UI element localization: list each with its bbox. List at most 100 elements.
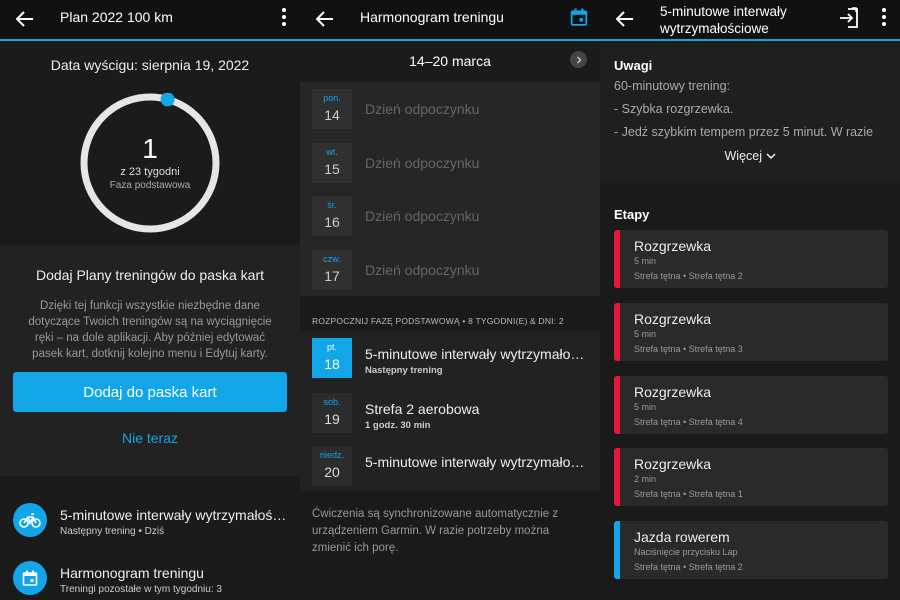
date-badge: sob. 19 [312, 393, 352, 433]
step-title: Rozgrzewka [634, 238, 712, 254]
back-arrow-icon[interactable] [314, 8, 336, 30]
rest-day-label: Dzień odpoczynku [365, 155, 480, 171]
date-badge: pon. 14 [312, 89, 352, 129]
weekday-label: czw. [323, 254, 341, 264]
step-duration: 5 min [634, 329, 657, 339]
add-to-tabbar-card: Dodaj Plany treningów do paska kart Dzię… [0, 246, 300, 476]
note-line: - Jedź szybkim tempem przez 5 minut. W r… [614, 125, 874, 139]
step-card[interactable]: Rozgrzewka 5 min Strefa tętna • Strefa t… [614, 376, 888, 434]
note-line: 60-minutowy trening: [614, 79, 731, 93]
current-week-number: 1 [142, 133, 158, 164]
list-item-next-workout[interactable]: 5-minutowe interwały wytrzymałościowe Na… [0, 491, 300, 545]
page-title: Harmonogram treningu [360, 9, 504, 25]
plan-links-list: 5-minutowe interwały wytrzymałościowe Na… [0, 489, 300, 600]
step-zone: Strefa tętna • Strefa tętna 3 [634, 344, 743, 354]
step-color-bar [614, 230, 620, 288]
workout-subtitle: 1 godz. 30 min [365, 420, 431, 431]
add-to-tabbar-button[interactable]: Dodaj do paska kart [13, 372, 287, 412]
calendar-icon [13, 561, 47, 595]
list-item-subtitle: Następny trening • Dziś [60, 526, 165, 537]
day-number: 17 [324, 268, 340, 284]
step-color-bar [614, 448, 620, 506]
workouts-list: pt. 18 5-minutowe interwały wytrzymałośc… [300, 331, 600, 491]
list-item-schedule[interactable]: Harmonogram treningu Treningi pozostałe … [0, 549, 300, 600]
rest-day-label: Dzień odpoczynku [365, 262, 480, 278]
step-card[interactable]: Jazda rowerem Naciśnięcie przycisku Lap … [614, 521, 888, 579]
chevron-down-icon [765, 153, 776, 160]
plan-overview-screen: Plan 2022 100 km Data wyścigu: sierpnia … [0, 0, 300, 600]
total-weeks: z 23 tygodni [120, 166, 180, 178]
day-number: 19 [324, 411, 340, 427]
more-options-icon[interactable] [880, 8, 888, 26]
step-zone: Strefa tętna • Strefa tętna 4 [634, 417, 743, 427]
app-bar: 5-minutowe interwały wytrzymałościowe [600, 0, 900, 41]
rest-day-label: Dzień odpoczynku [365, 208, 480, 224]
step-card[interactable]: Rozgrzewka 5 min Strefa tętna • Strefa t… [614, 303, 888, 361]
more-options-icon[interactable] [280, 8, 288, 26]
list-item[interactable]: wt. 15 Dzień odpoczynku [300, 136, 600, 189]
day-number: 20 [324, 464, 340, 480]
step-title: Rozgrzewka [634, 384, 712, 400]
list-item[interactable]: pon. 14 Dzień odpoczynku [300, 82, 600, 135]
date-badge: pt. 18 [312, 338, 352, 378]
more-button[interactable]: Więcej [600, 149, 900, 163]
day-number: 15 [324, 161, 340, 177]
weekday-label: śr. [327, 200, 337, 210]
list-item[interactable]: sob. 19 Strefa 2 aerobowa 1 godz. 30 min [300, 386, 600, 439]
list-item[interactable]: niedz. 20 5-minutowe interwały wytrzymał… [300, 439, 600, 492]
back-arrow-icon[interactable] [614, 8, 636, 30]
week-header: 14–20 marca [300, 41, 600, 81]
steps-header: Etapy [614, 207, 650, 222]
weekday-label: sob. [323, 397, 341, 407]
back-arrow-icon[interactable] [14, 8, 36, 30]
step-zone: Strefa tętna • Strefa tętna 2 [634, 271, 743, 281]
step-card[interactable]: Rozgrzewka 2 min Strefa tętna • Strefa t… [614, 448, 888, 506]
step-card[interactable]: Rozgrzewka 5 min Strefa tętna • Strefa t… [614, 230, 888, 288]
page-title: 5-minutowe interwały wytrzymałościowe [660, 4, 787, 36]
step-duration: 5 min [634, 256, 657, 266]
phase-name: Faza podstawowa [109, 180, 191, 191]
workout-title: 5-minutowe interwały wytrzymałościowe [365, 454, 585, 470]
date-badge: wt. 15 [312, 143, 352, 183]
step-duration: Naciśnięcie przycisku Lap [634, 547, 738, 557]
step-title: Rozgrzewka [634, 456, 712, 472]
workout-title: Strefa 2 aerobowa [365, 401, 480, 417]
step-title: Jazda rowerem [634, 529, 730, 545]
list-item[interactable]: śr. 16 Dzień odpoczynku [300, 189, 600, 242]
phase-start-label: ROZPOCZNIJ FAZĘ PODSTAWOWĄ • 8 TYGODNI(E… [312, 316, 564, 326]
send-to-device-icon[interactable] [838, 6, 862, 30]
rest-day-label: Dzień odpoczynku [365, 101, 480, 117]
list-item-title: Harmonogram treningu [60, 565, 204, 581]
date-badge: niedz. 20 [312, 446, 352, 486]
notes-section: Uwagi 60-minutowy trening: - Szybka rozg… [600, 43, 900, 183]
week-range: 14–20 marca [409, 53, 491, 69]
list-item-subtitle: Treningi pozostałe w tym tygodniu: 3 [60, 584, 222, 595]
sync-note: Ćwiczenia są synchronizowane automatyczn… [312, 508, 559, 554]
day-number: 14 [324, 107, 340, 123]
workout-detail-screen: 5-minutowe interwały wytrzymałościowe Uw… [600, 0, 900, 600]
workout-title: 5-minutowe interwały wytrzymałościowe [365, 346, 585, 362]
step-color-bar [614, 376, 620, 434]
bike-icon [13, 503, 47, 537]
list-item[interactable]: pt. 18 5-minutowe interwały wytrzymałośc… [300, 331, 600, 384]
chevron-right-icon[interactable] [570, 51, 587, 68]
page-title: Plan 2022 100 km [60, 9, 173, 25]
not-now-button[interactable]: Nie teraz [0, 430, 300, 446]
weekday-label: niedz. [319, 450, 345, 460]
list-item[interactable]: czw. 17 Dzień odpoczynku [300, 243, 600, 296]
step-duration: 2 min [634, 474, 657, 484]
notes-header: Uwagi [614, 58, 653, 73]
step-title: Rozgrzewka [634, 311, 712, 327]
workout-subtitle: Następny trening [365, 365, 443, 376]
step-color-bar [614, 303, 620, 361]
step-zone: Strefa tętna • Strefa tętna 1 [634, 489, 743, 499]
rest-days-list: pon. 14 Dzień odpoczynku wt. 15 Dzień od… [300, 82, 600, 296]
step-zone: Strefa tętna • Strefa tętna 2 [634, 562, 743, 572]
calendar-icon[interactable] [570, 8, 588, 31]
race-date: Data wyścigu: sierpnia 19, 2022 [50, 57, 250, 73]
step-color-bar [614, 521, 620, 579]
date-badge: czw. 17 [312, 250, 352, 290]
note-line: - Szybka rozgrzewka. [614, 102, 734, 116]
training-schedule-screen: Harmonogram treningu 14–20 marca pon. 14… [300, 0, 600, 600]
app-bar: Plan 2022 100 km [0, 0, 300, 41]
